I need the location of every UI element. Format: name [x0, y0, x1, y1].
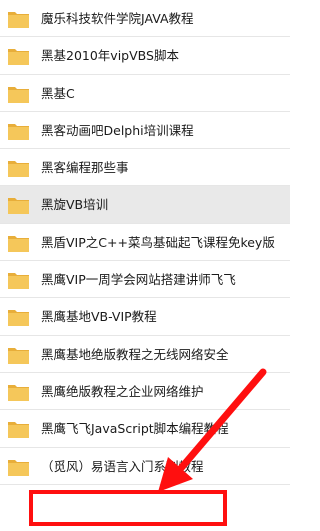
- folder-list: 魔乐科技软件学院JAVA教程 黑基2010年vipVBS脚本 黑基C 黑客动画吧…: [0, 0, 290, 485]
- folder-icon: [8, 459, 29, 476]
- folder-name: 黑客编程那些事: [41, 160, 129, 176]
- folder-name: 黑鹰VIP一周学会网站搭建讲师飞飞: [41, 272, 236, 288]
- folder-icon: [8, 273, 29, 290]
- annotation-highlight-box: [29, 490, 227, 526]
- folder-name: （觅风）易语言入门系列教程: [41, 458, 204, 474]
- folder-row[interactable]: 黑鹰基地VB-VIP教程: [0, 298, 290, 336]
- folder-icon: [8, 161, 29, 178]
- folder-row[interactable]: 黑鹰基地绝版教程之无线网络安全: [0, 336, 290, 373]
- folder-icon: [8, 123, 29, 140]
- folder-name: 黑鹰基地绝版教程之无线网络安全: [41, 346, 229, 362]
- folder-row[interactable]: 黑鹰VIP一周学会网站搭建讲师飞飞: [0, 261, 290, 299]
- folder-name: 黑鹰基地VB-VIP教程: [41, 309, 157, 325]
- folder-icon: [8, 310, 29, 327]
- folder-row[interactable]: 黑鹰绝版教程之企业网络维护: [0, 373, 290, 411]
- folder-name: 黑盾VIP之C++菜鸟基础起飞课程免key版: [41, 234, 275, 250]
- folder-icon: [8, 235, 29, 252]
- folder-name: 黑基2010年vipVBS脚本: [41, 48, 179, 64]
- folder-row[interactable]: 黑基2010年vipVBS脚本: [0, 37, 290, 75]
- folder-name: 黑客动画吧Delphi培训课程: [41, 122, 194, 138]
- folder-icon: [8, 49, 29, 66]
- folder-row[interactable]: 魔乐科技软件学院JAVA教程: [0, 0, 290, 38]
- folder-name: 黑鹰飞飞JavaScript脚本编程教程: [41, 421, 229, 437]
- folder-icon: [8, 12, 29, 28]
- folder-row[interactable]: 黑基C: [0, 75, 290, 112]
- folder-name: 魔乐科技软件学院JAVA教程: [41, 11, 194, 26]
- folder-row[interactable]: 黑客动画吧Delphi培训课程: [0, 112, 290, 150]
- folder-name: 黑旋VB培训: [41, 197, 109, 213]
- folder-name: 黑鹰绝版教程之企业网络维护: [41, 383, 204, 399]
- folder-row[interactable]: 黑客编程那些事: [0, 149, 290, 187]
- folder-row[interactable]: 黑鹰飞飞JavaScript脚本编程教程: [0, 410, 290, 448]
- folder-row[interactable]: 黑盾VIP之C++菜鸟基础起飞课程免key版: [0, 224, 290, 262]
- folder-icon: [8, 86, 29, 103]
- folder-icon: [8, 384, 29, 401]
- folder-row-highlighted[interactable]: （觅风）易语言入门系列教程: [0, 448, 290, 485]
- folder-row-selected[interactable]: 黑旋VB培训: [0, 186, 290, 224]
- folder-name: 黑基C: [41, 85, 75, 101]
- folder-icon: [8, 198, 29, 215]
- folder-icon: [8, 347, 29, 364]
- folder-icon: [8, 422, 29, 439]
